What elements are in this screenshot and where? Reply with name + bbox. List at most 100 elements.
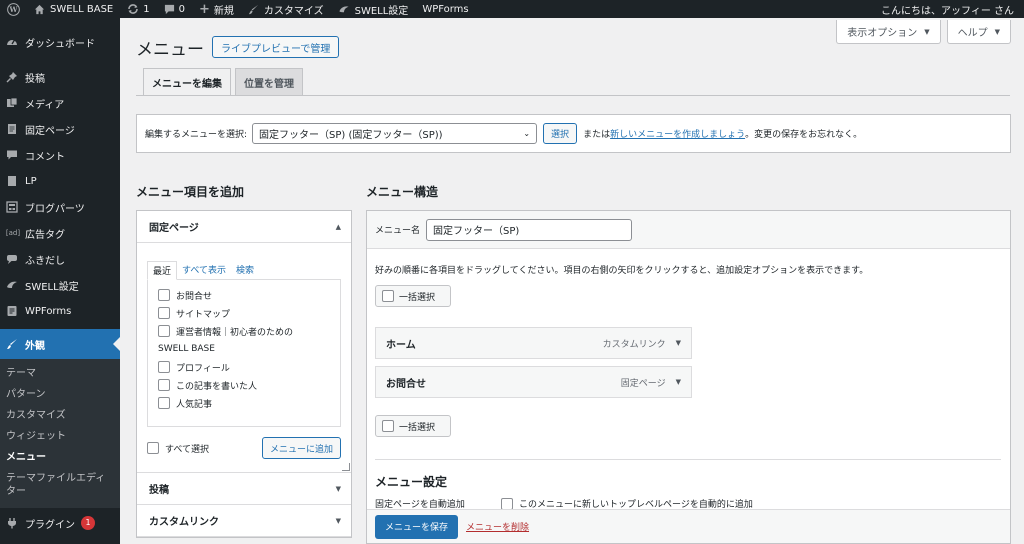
svg-text:W: W [8,5,18,14]
list-item[interactable]: この記事を書いた人 [158,376,330,394]
collapse-arrow-icon: ▲ [335,222,341,231]
page-label: お問合せ [176,291,213,302]
pin-icon [5,70,19,84]
checkbox[interactable] [158,397,170,409]
item-edit-arrow-icon[interactable]: ▼ [676,339,681,347]
save-reminder-text: 。変更の保存をお忘れなく。 [745,130,863,140]
list-item[interactable]: 運営者情報｜初心者のための [158,322,330,340]
sidebar-item-blogparts[interactable]: ブログパーツ [0,194,120,220]
menu-select-dropdown[interactable]: 固定フッター（SP) (固定フッター（SP)) ⌄ [252,123,538,144]
auto-add-checkbox[interactable] [501,497,513,510]
checkbox[interactable] [158,379,170,391]
select-all-label: すべて選択 [165,444,210,455]
new-content-link[interactable]: + 新規 [192,0,241,18]
sidebar-item-label: LP [25,175,37,187]
customize-label: カスタマイズ [263,5,324,17]
menu-item-title: ホーム [386,339,416,351]
sidebar-item-wpforms[interactable]: WPForms [0,298,120,324]
checkbox[interactable] [158,307,170,319]
checkbox[interactable] [158,289,170,301]
save-menu-button[interactable]: メニューを保存 [375,514,459,539]
menu-item-bar[interactable]: ホーム カスタムリンク ▼ [375,327,692,359]
item-edit-arrow-icon[interactable]: ▼ [676,378,681,386]
menu-item-bar[interactable]: お問合せ 固定ページ ▼ [375,366,692,398]
appearance-icon [5,337,19,351]
list-item[interactable]: プロフィール [158,358,330,376]
sidebar-item-comments[interactable]: コメント [0,142,120,168]
sidebar-item-swell[interactable]: SWELL設定 [0,272,120,298]
tab-edit-menus[interactable]: メニューを編集 [143,68,231,96]
ad-icon: [ad] [5,229,21,237]
resize-handle[interactable] [342,463,350,471]
live-preview-button[interactable]: ライブプレビューで管理 [212,36,340,58]
wpforms-link[interactable]: WPForms [415,0,475,18]
pages-checklist: お問合せ サイトマップ 運営者情報｜初心者のための SWELL BASE プロフ… [147,279,341,427]
subtab-recent[interactable]: 最近 [147,261,178,280]
sidebar-item-media[interactable]: メディア [0,90,120,116]
menu-name-row: メニュー名 固定フッター（SP) [367,211,1010,249]
bulk-select-top[interactable]: 一括選択 [375,285,451,307]
delete-menu-link[interactable]: メニューを削除 [466,520,529,533]
wordpress-logo-icon[interactable]: W [0,0,27,18]
menu-item-type: カスタムリンク [602,339,666,350]
menu-settings-heading: メニュー設定 [375,475,448,489]
submenu-item-customize[interactable]: カスタマイズ [0,405,120,426]
account-menu[interactable]: こんにちは、アッフィー さん [874,0,1024,18]
checkbox[interactable] [382,420,394,432]
menu-item-type: 固定ページ [620,378,666,389]
custom-links-panel-header[interactable]: カスタムリンク ▼ [137,505,351,537]
updates-link[interactable]: 1 [120,0,156,18]
bulk-select-bottom[interactable]: 一括選択 [375,415,451,437]
dashboard-icon [5,35,19,49]
sidebar-item-plugins[interactable]: プラグイン 1 [0,510,120,536]
checkbox[interactable] [158,361,170,373]
checkbox[interactable] [382,290,394,302]
submenu-item-widgets[interactable]: ウィジェット [0,426,120,447]
customize-link[interactable]: カスタマイズ [241,0,331,18]
sidebar-item-posts[interactable]: 投稿 [0,64,120,90]
submenu-item-patterns[interactable]: パターン [0,384,120,405]
lp-icon [5,174,19,188]
menu-item-title: お問合せ [386,378,426,390]
comments-link[interactable]: 0 [157,0,192,18]
tab-manage-locations[interactable]: 位置を管理 [235,68,303,96]
posts-panel-header[interactable]: 投稿 ▼ [137,473,351,505]
pages-panel-header[interactable]: 固定ページ ▲ [137,211,351,243]
add-to-menu-button[interactable]: メニューに追加 [261,437,341,459]
sidebar-item-label: ふきだし [25,255,65,267]
submenu-item-theme-editor[interactable]: テーマファイルエディター [0,468,120,502]
submenu-item-menus[interactable]: メニュー [0,447,120,468]
menu-name-input[interactable]: 固定フッター（SP) [426,218,633,241]
menu-structure-heading: メニュー構造 [366,185,439,199]
checkbox[interactable] [147,442,159,454]
admin-sidebar: ダッシュボード 投稿 メディア 固定ページ コメント LP ブログパーツ [ad… [0,18,120,544]
list-item[interactable]: サイトマップ [158,304,330,322]
pages-panel-footer: すべて選択 メニューに追加 [147,437,341,459]
sidebar-item-label: メディア [25,99,65,111]
sidebar-item-pages[interactable]: 固定ページ [0,116,120,142]
select-all-checkbox[interactable]: すべて選択 [147,439,209,457]
swell-settings-link[interactable]: SWELL設定 [331,0,416,18]
add-items-accordion: 固定ページ ▲ 最近 すべて表示 検索 お問合せ サイトマップ 運営者情報｜初心… [136,210,352,538]
create-menu-link[interactable]: 新しいメニューを作成しましょう [610,127,745,140]
screen-options-button[interactable]: 表示オプション ▼ [836,20,941,44]
list-item[interactable]: 人気記事 [158,394,330,412]
sidebar-item-appearance[interactable]: 外観 [0,329,120,359]
sidebar-item-dashboard[interactable]: ダッシュボード [0,29,120,55]
sidebar-item-balloon[interactable]: ふきだし [0,246,120,272]
list-item[interactable]: お問合せ [158,286,330,304]
subtab-search[interactable]: 検索 [231,261,259,280]
select-menu-button[interactable]: 選択 [543,123,578,144]
sidebar-item-lp[interactable]: LP [0,168,120,194]
menu-footer: メニューを保存 メニューを削除 [367,509,1010,543]
submenu-item-themes[interactable]: テーマ [0,363,120,384]
media-icon [5,96,19,110]
help-button[interactable]: ヘルプ ▼ [946,20,1011,44]
checkbox[interactable] [158,325,170,337]
page-label: 人気記事 [176,399,213,410]
subtab-view-all[interactable]: すべて表示 [177,261,231,280]
comment-icon [5,148,19,162]
site-name-link[interactable]: SWELL BASE [27,0,120,18]
sidebar-item-adtag[interactable]: [ad] 広告タグ [0,220,120,246]
wpforms-icon [5,304,19,318]
